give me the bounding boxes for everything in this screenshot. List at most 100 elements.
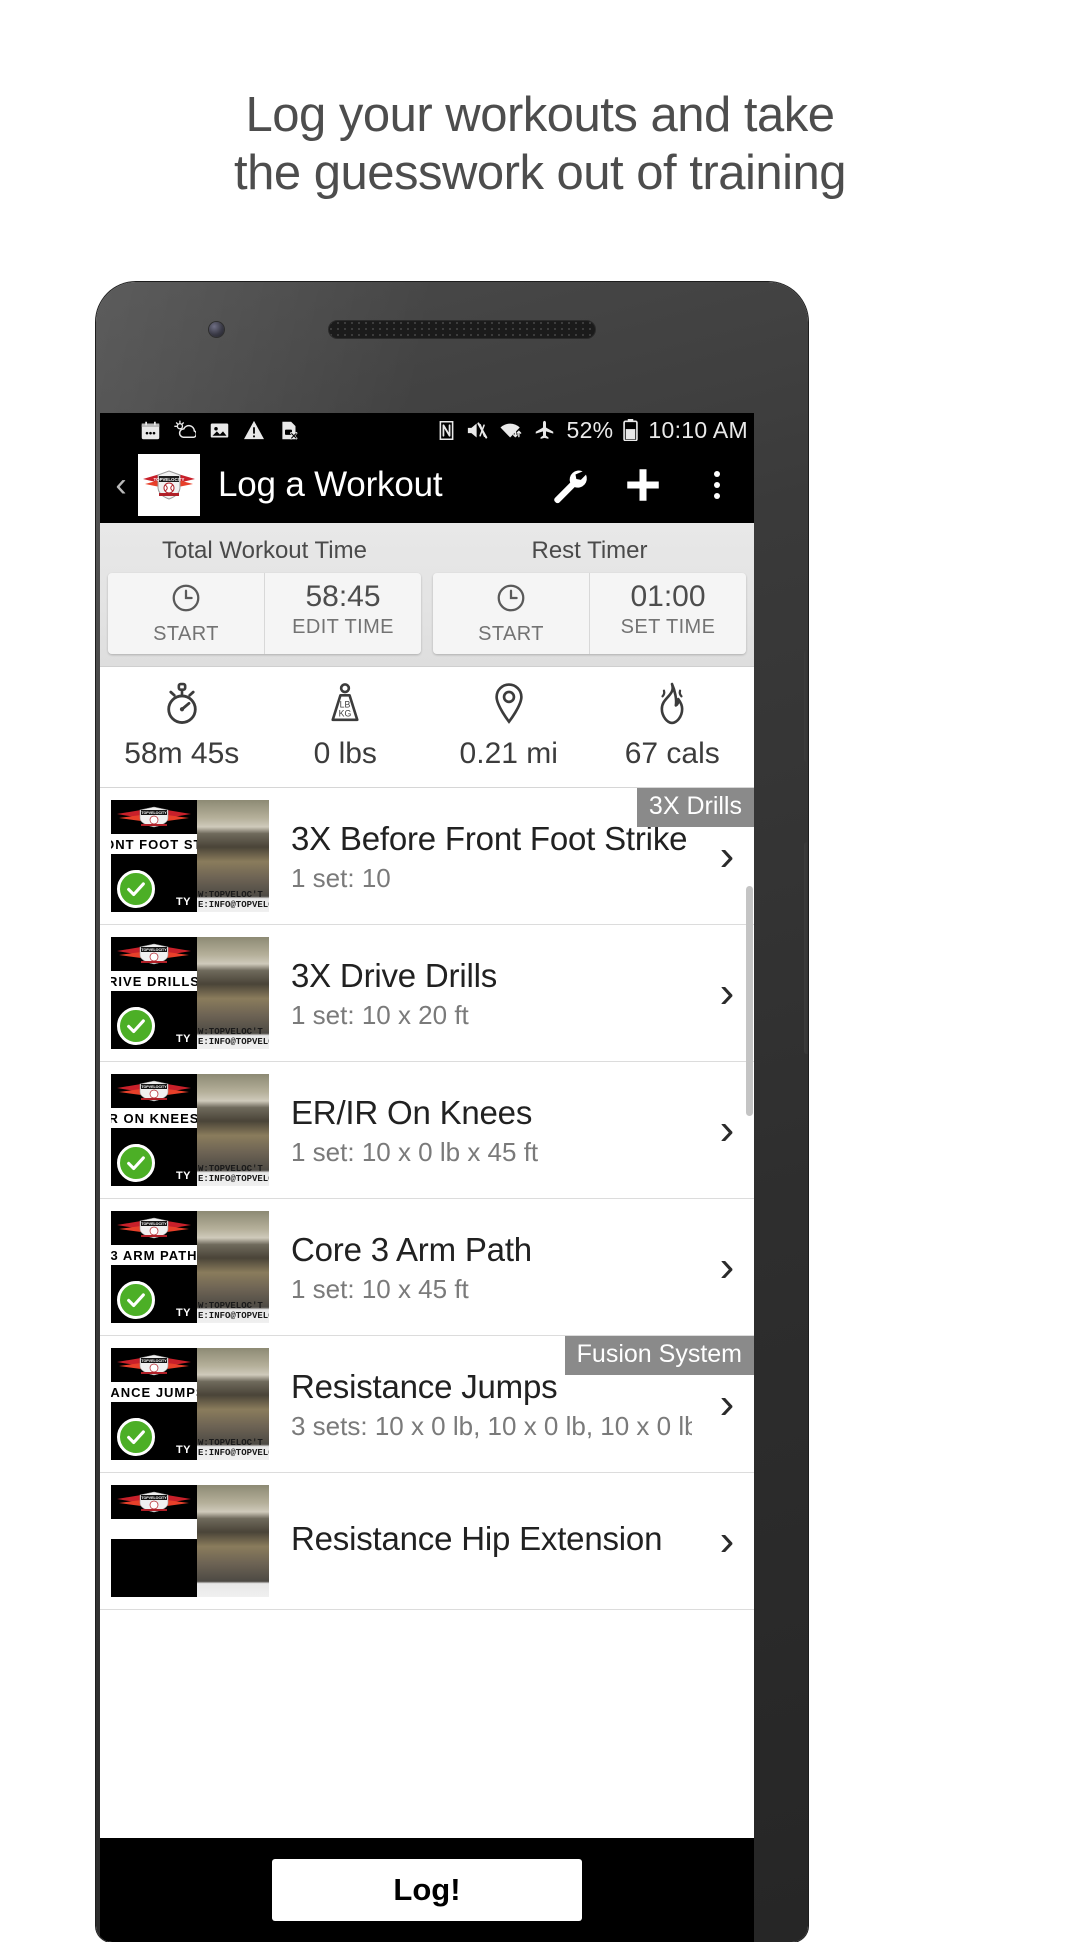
rest-timer-set-time-button[interactable]: 01:00 SET TIME (589, 573, 746, 654)
stat-weight[interactable]: LB KG 0 lbs (264, 681, 428, 771)
completed-check-icon (117, 1281, 155, 1319)
airplane-mode-icon (533, 420, 556, 441)
exercise-name: ER/IR On Knees (291, 1093, 533, 1131)
svg-text:TOPVELOCITY: TOPVELOCITY (141, 1496, 167, 1500)
thumbnail-caption (111, 1519, 197, 1539)
stat-calories-value: 67 cals (624, 737, 720, 770)
phone-mockup: 52% 10:10 AM ‹ TOPVELOCITY Log a Workout… (96, 282, 808, 1942)
plus-icon[interactable] (606, 447, 680, 523)
total-workout-timer: Total Workout Time START 58:45 EDIT TIME (108, 533, 421, 654)
list-item[interactable]: TOPVELOCITY R ON KNEES TY W:TOPVELOC'T E:… (100, 1062, 754, 1199)
topvelocity-logo: TOPVELOCITY (117, 1080, 191, 1102)
headline-line-2: the guesswork out of training (234, 146, 846, 200)
image-icon (209, 420, 230, 441)
weather-icon (174, 420, 196, 441)
page-title: Log a Workout (218, 465, 443, 504)
total-workout-timer-title: Total Workout Time (162, 537, 367, 564)
svg-text:KG: KG (339, 708, 352, 718)
topvelocity-logo: TOPVELOCITY (117, 1217, 191, 1239)
rest-timer-start-label: START (478, 623, 544, 645)
status-bar-left-icons (140, 420, 299, 441)
clock-icon (495, 582, 527, 619)
thumbnail-contact-lines: W:TOPVELOC'TE:INFO@TOPVELOC (198, 1164, 269, 1184)
weight-icon: LB KG (264, 681, 428, 727)
total-workout-time-value: 58:45 (305, 580, 381, 613)
svg-text:TOPVELOCITY: TOPVELOCITY (141, 1222, 167, 1226)
svg-text:TOPVELOCITY: TOPVELOCITY (141, 1085, 167, 1089)
stopwatch-icon (100, 681, 264, 727)
exercise-thumbnail: TOPVELOCITY R ON KNEES TY W:TOPVELOC'T E:… (111, 1074, 269, 1186)
topvelocity-logo: TOPVELOCITY (117, 1491, 191, 1513)
nfc-icon (437, 420, 456, 441)
exercise-info: Resistance Jumps 3 sets: 10 x 0 lb, 10 x… (269, 1368, 700, 1441)
thumbnail-contact-lines: W:TOPVELOC'TE:INFO@TOPVELOC (198, 890, 269, 910)
stat-distance[interactable]: 0.21 mi (427, 681, 591, 771)
total-workout-timer-controls: START 58:45 EDIT TIME (108, 573, 421, 654)
list-item[interactable]: Fusion System TOPVELOCITY TANCE JUMPS (100, 1336, 754, 1473)
svg-text:TOPVELOCITY: TOPVELOCITY (141, 1359, 167, 1363)
exercise-sets: 1 set: 10 (291, 862, 391, 893)
page-headline: Log your workouts and take the guesswork… (0, 86, 1080, 202)
exercise-name: 3X Before Front Foot Strike (291, 819, 688, 857)
exercise-thumbnail: TOPVELOCITY 3 ARM PATH TY W:TOPVELOC'T E:… (111, 1211, 269, 1323)
phone-screen: 52% 10:10 AM ‹ TOPVELOCITY Log a Workout… (100, 413, 754, 1942)
list-item[interactable]: TOPVELOCITY RIVE DRILLS TY W:TOPVELOC'T E… (100, 925, 754, 1062)
overflow-menu-icon[interactable] (680, 447, 754, 523)
rest-timer-title: Rest Timer (531, 537, 648, 564)
thumbnail-contact-lines: W:TOPVELOC'TE:INFO@TOPVELOC (198, 1301, 269, 1321)
list-item[interactable]: 3X Drills TOPVELOCITY E FRONT FOOT STR (100, 788, 754, 925)
rest-timer-controls: START 01:00 SET TIME (433, 573, 746, 654)
clock-icon (170, 582, 202, 619)
completed-check-icon (117, 870, 155, 908)
thumbnail-photo: W:TOPVELOC'TE:INFO@TOPVELOC (197, 1348, 269, 1460)
total-workout-edit-time-button[interactable]: 58:45 EDIT TIME (264, 573, 421, 654)
battery-percent-label: 52% (566, 416, 614, 443)
location-pin-icon (427, 681, 591, 727)
exercise-list: 3X Drills TOPVELOCITY E FRONT FOOT STR (100, 788, 754, 1610)
total-workout-start-label: START (153, 623, 219, 645)
topvelocity-logo[interactable]: TOPVELOCITY (138, 454, 200, 516)
exercise-thumbnail: TOPVELOCITY TANCE JUMPS TY W:TOPVELOC'TE… (111, 1348, 269, 1460)
total-workout-start-button[interactable]: START (108, 573, 264, 654)
phone-front-camera (209, 322, 224, 337)
wrench-icon[interactable] (532, 447, 606, 523)
thumbnail-contact-lines: W:TOPVELOC'TE:INFO@TOPVELOC (198, 1438, 269, 1458)
thumbnail-caption: RIVE DRILLS (111, 971, 197, 991)
back-button[interactable]: ‹ (106, 468, 136, 502)
category-badge: 3X Drills (636, 788, 754, 827)
bottom-action-bar: Log! (100, 1838, 754, 1942)
list-scrollbar[interactable] (746, 886, 753, 1116)
completed-check-icon (117, 1418, 155, 1456)
log-button[interactable]: Log! (272, 1859, 582, 1921)
exercise-info: ER/IR On Knees 1 set: 10 x 0 lb x 45 ft (269, 1094, 700, 1167)
thumbnail-caption: 3 ARM PATH (111, 1245, 197, 1265)
svg-text:TOPVELOCITY: TOPVELOCITY (154, 477, 185, 482)
exercise-info: 3X Before Front Foot Strike 1 set: 10 (269, 820, 700, 893)
exercise-sets: 3 sets: 10 x 0 lb, 10 x 0 lb, 10 x 0 lb (291, 1410, 692, 1441)
rest-timer-start-button[interactable]: START (433, 573, 589, 654)
stat-calories[interactable]: 67 cals (591, 681, 755, 771)
app-bar-actions (532, 447, 754, 523)
warning-icon (243, 420, 265, 440)
exercise-thumbnail: TOPVELOCITY E FRONT FOOT STRIKE TY W:TOP… (111, 800, 269, 912)
list-item[interactable]: TOPVELOCITY 3 ARM PATH TY W:TOPVELOC'T E:… (100, 1199, 754, 1336)
thumbnail-photo (197, 1485, 269, 1597)
thumbnail-photo: W:TOPVELOC'TE:INFO@TOPVELOC (197, 800, 269, 912)
chevron-right-icon[interactable]: › (700, 834, 754, 878)
exercise-name: Resistance Hip Extension (291, 1519, 663, 1557)
thumbnail-photo: W:TOPVELOC'TE:INFO@TOPVELOC (197, 1211, 269, 1323)
thumbnail-photo: W:TOPVELOC'TE:INFO@TOPVELOC (197, 937, 269, 1049)
calendar-icon (140, 420, 161, 441)
exercise-name: 3X Drive Drills (291, 956, 498, 994)
chevron-right-icon[interactable]: › (700, 1245, 754, 1289)
timer-panel: Total Workout Time START 58:45 EDIT TIME (100, 523, 754, 667)
exercise-sets: 1 set: 10 x 45 ft (291, 1273, 469, 1304)
status-bar: 52% 10:10 AM (100, 413, 754, 447)
list-item[interactable]: TOPVELOCITY Resistance Hip Extension › (100, 1473, 754, 1610)
stat-duration[interactable]: 58m 45s (100, 681, 264, 771)
chevron-right-icon[interactable]: › (700, 1519, 754, 1563)
stat-distance-value: 0.21 mi (459, 737, 558, 770)
chevron-right-icon[interactable]: › (700, 1382, 754, 1426)
svg-text:TOPVELOCITY: TOPVELOCITY (141, 811, 167, 815)
thumbnail-title-card: TOPVELOCITY (111, 1485, 197, 1597)
